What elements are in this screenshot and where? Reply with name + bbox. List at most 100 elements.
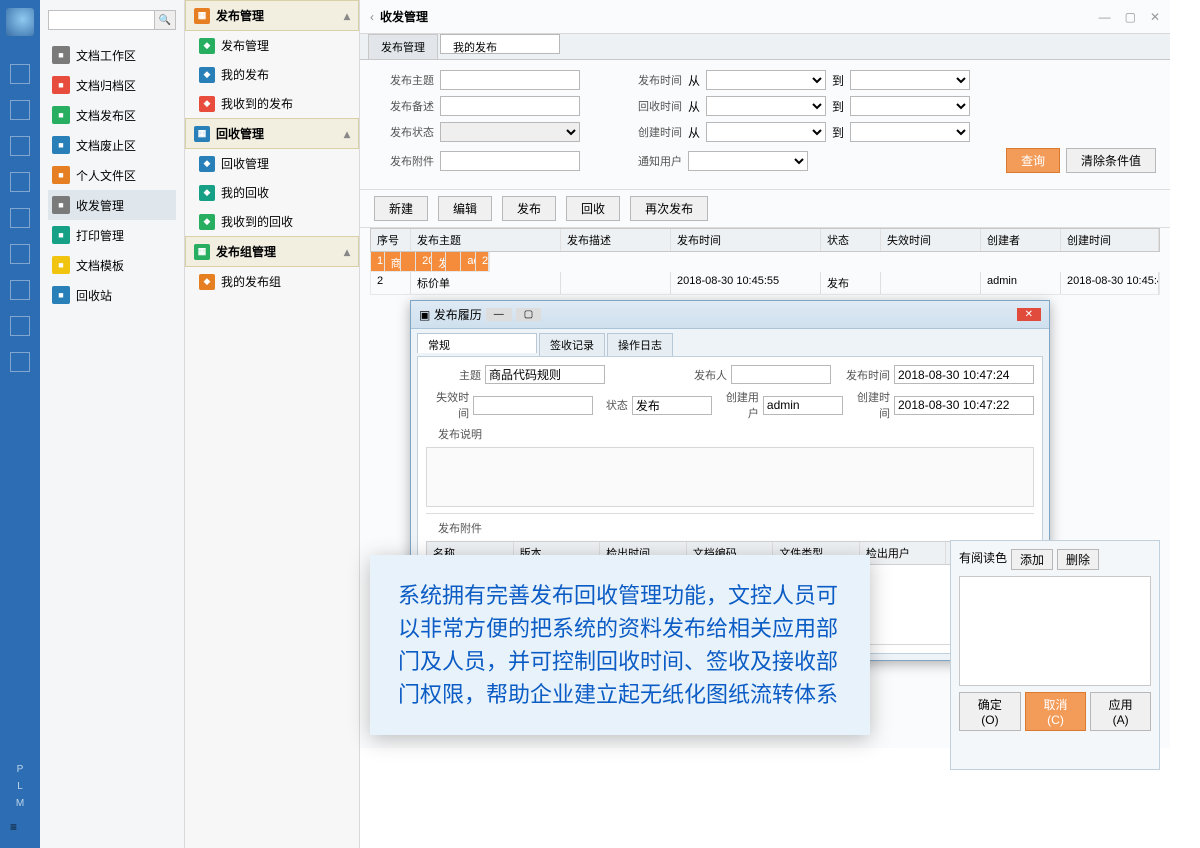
grid-header: 序号 发布主题 发布描述 发布时间 状态 失效时间 创建者 创建时间 — [370, 228, 1160, 252]
lbl-pubtime: 发布时间 — [622, 72, 682, 88]
nav2-item-1-1[interactable]: ◆我的回收 — [185, 178, 359, 207]
nav1-item-1[interactable]: ■文档归档区 — [48, 70, 176, 100]
rail-icon-user[interactable] — [10, 208, 30, 228]
recover-button[interactable]: 回收 — [566, 196, 620, 221]
dlg-subject-input[interactable] — [485, 365, 605, 384]
lbl-from: 从 — [688, 72, 700, 89]
nav1-item-8[interactable]: ■回收站 — [48, 280, 176, 310]
dlg-tab-sign[interactable]: 签收记录 — [539, 333, 605, 356]
nav2-item-label: 回收管理 — [221, 155, 269, 172]
nav2-item-0-2[interactable]: ◆我收到的发布 — [185, 89, 359, 118]
rail-icon-cad2[interactable] — [10, 316, 30, 336]
dlg-createuser-input[interactable] — [763, 396, 843, 415]
select-pubtime-from[interactable] — [706, 70, 826, 90]
table-row[interactable]: 2标价单2018-08-30 10:45:55发布admin2018-08-30… — [370, 272, 1160, 295]
nav1-item-4[interactable]: ■个人文件区 — [48, 160, 176, 190]
dlg-createtime-input[interactable] — [894, 396, 1034, 415]
tab-publish-mgmt[interactable]: 发布管理 — [368, 34, 438, 59]
nav2-item-2-0[interactable]: ◆我的发布组 — [185, 267, 359, 296]
dialog-icon: ▣ — [419, 308, 430, 322]
nav1-item-icon: ■ — [52, 166, 70, 184]
nav2-group-header-2[interactable]: ▦发布组管理▴ — [185, 236, 359, 267]
select-recvtime-to[interactable] — [850, 96, 970, 116]
nav-search-input[interactable] — [48, 10, 155, 30]
edit-button[interactable]: 编辑 — [438, 196, 492, 221]
dialog-close-icon[interactable]: ✕ — [1017, 308, 1041, 321]
nav2-item-0-1[interactable]: ◆我的发布 — [185, 60, 359, 89]
filter-panel: 发布主题 发布时间 从 到 发布备述 回收时间 从 到 发布状态 — [360, 60, 1170, 189]
dlg-status-input[interactable] — [632, 396, 712, 415]
dlg-desc-area[interactable] — [426, 447, 1034, 507]
republish-button[interactable]: 再次发布 — [630, 196, 708, 221]
clear-button[interactable]: 清除条件值 — [1066, 148, 1156, 173]
nav2-group-header-1[interactable]: ▦回收管理▴ — [185, 118, 359, 149]
del-dept-button[interactable]: 删除 — [1057, 549, 1099, 570]
secondary-nav: ▦发布管理▴◆发布管理◆我的发布◆我收到的发布▦回收管理▴◆回收管理◆我的回收◆… — [185, 0, 360, 848]
nav1-item-7[interactable]: ■文档模板 — [48, 250, 176, 280]
dlg-tab-log[interactable]: 操作日志 — [607, 333, 673, 356]
rail-icon-wave[interactable] — [10, 136, 30, 156]
nav2-item-1-0[interactable]: ◆回收管理 — [185, 149, 359, 178]
publish-button[interactable]: 发布 — [502, 196, 556, 221]
add-dept-button[interactable]: 添加 — [1011, 549, 1053, 570]
chevron-up-icon: ▴ — [344, 127, 350, 141]
nav1-item-3[interactable]: ■文档废止区 — [48, 130, 176, 160]
rail-icon-cad3[interactable] — [10, 352, 30, 372]
nav1-item-6[interactable]: ■打印管理 — [48, 220, 176, 250]
dlg-publisher-input[interactable] — [731, 365, 831, 384]
rail-icon-folder[interactable] — [10, 100, 30, 120]
nav2-item-label: 我收到的回收 — [221, 213, 293, 230]
select-recvtime-from[interactable] — [706, 96, 826, 116]
nav1-item-5[interactable]: ■收发管理 — [48, 190, 176, 220]
select-createtime-from[interactable] — [706, 122, 826, 142]
window-maximize-icon[interactable]: ▢ — [1125, 10, 1136, 24]
folder-icon: ▦ — [194, 8, 210, 24]
nav1-item-icon: ■ — [52, 256, 70, 274]
nav1-item-label: 收发管理 — [76, 197, 124, 214]
table-row[interactable]: 1商品代码规则2018-08-30 10:47:24发布admin2018-08… — [370, 252, 490, 272]
window-close-icon[interactable]: ✕ — [1150, 10, 1160, 24]
lbl-desc: 发布备述 — [374, 98, 434, 114]
ok-button[interactable]: 确定(O) — [959, 692, 1021, 731]
nav2-group-header-0[interactable]: ▦发布管理▴ — [185, 0, 359, 31]
cancel-button[interactable]: 取消(C) — [1025, 692, 1086, 731]
rail-icon-globe[interactable] — [10, 172, 30, 192]
nav1-item-2[interactable]: ■文档发布区 — [48, 100, 176, 130]
nav2-item-0-0[interactable]: ◆发布管理 — [185, 31, 359, 60]
select-notifyuser[interactable] — [688, 151, 808, 171]
new-button[interactable]: 新建 — [374, 196, 428, 221]
dialog-title: 发布履历 — [434, 306, 482, 323]
nav1-item-label: 文档发布区 — [76, 107, 136, 124]
dlg-exptime-input[interactable] — [473, 396, 593, 415]
dialog-titlebar[interactable]: ▣ 发布履历 — ▢ ✕ — [411, 301, 1049, 329]
nav2-item-1-2[interactable]: ◆我收到的回收 — [185, 207, 359, 236]
nav1-item-0[interactable]: ■文档工作区 — [48, 40, 176, 70]
rail-icon-gear[interactable] — [10, 244, 30, 264]
window-minimize-icon[interactable]: — — [1099, 10, 1111, 24]
rail-icon-monitor[interactable] — [10, 64, 30, 84]
input-subject[interactable] — [440, 70, 580, 90]
select-pubtime-to[interactable] — [850, 70, 970, 90]
rail-icon-cad1[interactable] — [10, 280, 30, 300]
back-icon[interactable]: ‹ — [370, 10, 374, 24]
nav-search-button[interactable]: 🔍 — [154, 10, 176, 30]
rail-label-m: M — [16, 798, 24, 809]
dept-list-area[interactable] — [959, 576, 1151, 686]
app-logo — [6, 8, 34, 36]
query-button[interactable]: 查询 — [1006, 148, 1060, 173]
apply-button[interactable]: 应用(A) — [1090, 692, 1151, 731]
select-status[interactable] — [440, 122, 580, 142]
main-titlebar: ‹ 收发管理 — ▢ ✕ — [360, 0, 1170, 34]
dlg-pubtime-input[interactable] — [894, 365, 1034, 384]
dept-label: 有阅读色 — [959, 549, 1007, 570]
input-attach[interactable] — [440, 151, 580, 171]
dlg-tab-general[interactable]: 常规 — [417, 333, 537, 353]
dialog-maximize-icon[interactable]: ▢ — [516, 308, 541, 321]
dialog-minimize-icon[interactable]: — — [486, 308, 512, 321]
select-createtime-to[interactable] — [850, 122, 970, 142]
rail-icon-menu[interactable]: ≡ — [10, 820, 30, 840]
toolbar: 新建 编辑 发布 回收 再次发布 — [360, 189, 1170, 228]
tab-my-publish[interactable]: 我的发布 — [440, 34, 560, 54]
input-desc[interactable] — [440, 96, 580, 116]
nav2-group-title: 回收管理 — [216, 125, 264, 142]
